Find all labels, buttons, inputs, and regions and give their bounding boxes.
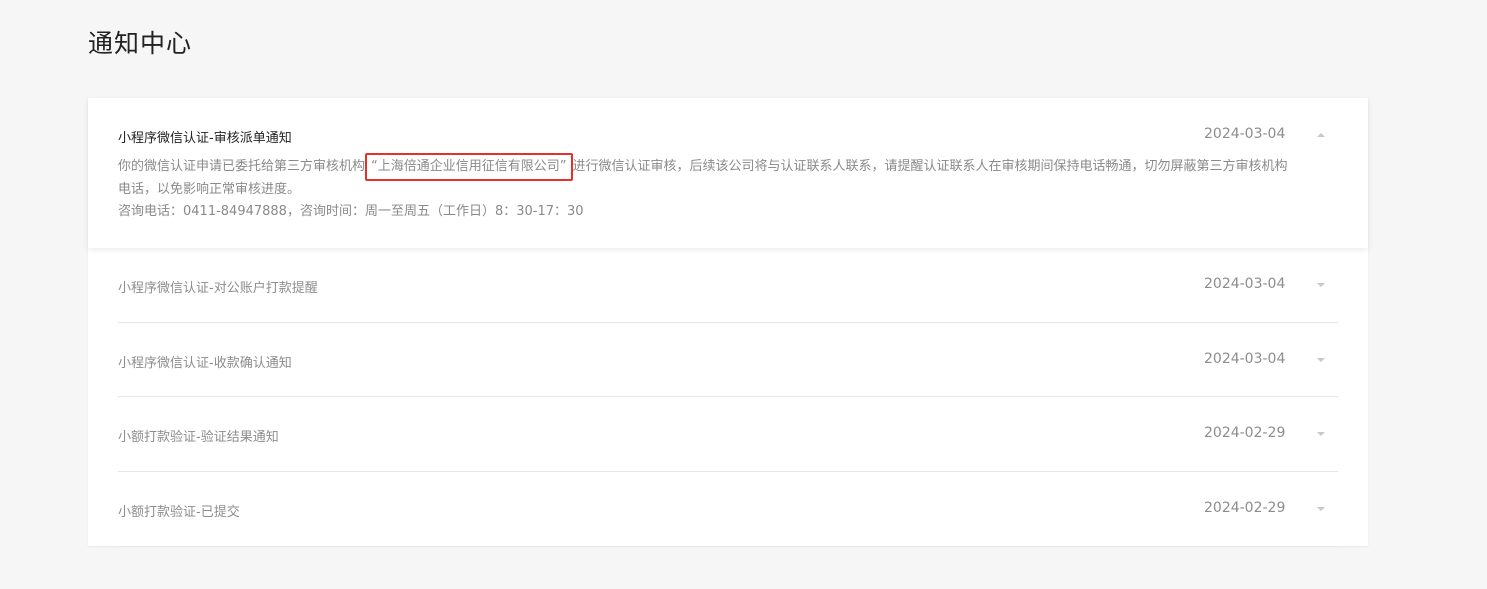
notification-item[interactable]: 小程序微信认证-对公账户打款提醒 2024-03-04 xyxy=(118,248,1338,323)
chevron-down-icon[interactable] xyxy=(1317,432,1325,436)
chevron-up-icon[interactable] xyxy=(1317,133,1325,137)
notification-item[interactable]: 小程序微信认证-收款确认通知 2024-03-04 xyxy=(118,323,1338,397)
notification-title[interactable]: 小额打款验证-验证结果通知 xyxy=(118,426,279,445)
highlighted-company-name: “上海倍通企业信用征信有限公司” xyxy=(365,153,573,181)
notification-date: 2024-02-29 xyxy=(1204,425,1286,441)
notification-title[interactable]: 小程序微信认证-收款确认通知 xyxy=(118,352,292,371)
body-text-before: 你的微信认证申请已委托给第三方审核机构 xyxy=(118,159,366,174)
chevron-down-icon[interactable] xyxy=(1317,506,1325,511)
notification-date: 2024-03-04 xyxy=(1204,276,1286,292)
notification-title[interactable]: 小额打款验证-已提交 xyxy=(118,501,240,520)
notification-body-paragraph: 你的微信认证申请已委托给第三方审核机构 “上海倍通企业信用征信有限公司” 进行微信认… xyxy=(118,153,1288,201)
notification-item-expanded[interactable]: 小程序微信认证-审核派单通知 2024-03-04 你的微信认证申请已委托给第三… xyxy=(88,98,1368,248)
notification-body: 你的微信认证申请已委托给第三方审核机构 “上海倍通企业信用征信有限公司” 进行微信认… xyxy=(118,153,1288,223)
notification-date: 2024-02-29 xyxy=(1204,499,1286,516)
chevron-down-icon[interactable] xyxy=(1317,357,1325,362)
notification-list: 小程序微信认证-审核派单通知 2024-03-04 你的微信认证申请已委托给第三… xyxy=(88,98,1368,547)
notification-item[interactable]: 小额打款验证-已提交 2024-02-29 xyxy=(118,472,1338,547)
notification-title[interactable]: 小程序微信认证-对公账户打款提醒 xyxy=(118,277,318,296)
notification-item[interactable]: 小额打款验证-验证结果通知 2024-02-29 xyxy=(118,397,1338,472)
notification-contact-info: 咨询电话：0411-84947888，咨询时间：周一至周五（工作日）8：30-1… xyxy=(118,204,584,219)
notification-title[interactable]: 小程序微信认证-审核派单通知 xyxy=(118,127,292,146)
notification-date: 2024-03-04 xyxy=(1204,350,1286,367)
notification-date: 2024-03-04 xyxy=(1204,126,1286,142)
page-title: 通知中心 xyxy=(88,29,193,58)
chevron-down-icon[interactable] xyxy=(1317,283,1325,287)
